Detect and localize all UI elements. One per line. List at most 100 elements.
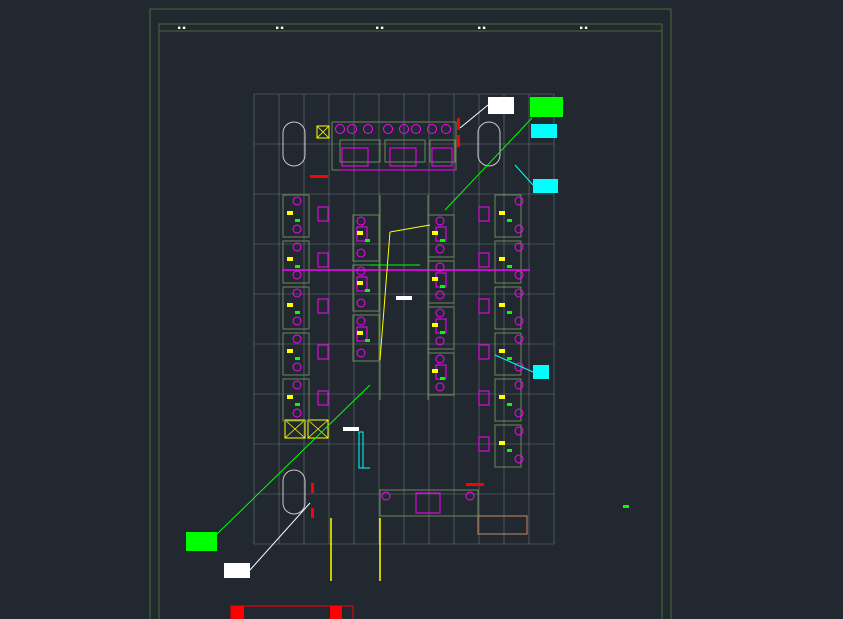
fixture-tag xyxy=(295,265,300,268)
fixture-circle xyxy=(335,124,345,134)
fixture-circle xyxy=(435,308,445,318)
fixture-block xyxy=(478,252,490,268)
fixture-tag xyxy=(295,403,300,406)
fixture-tag xyxy=(507,357,512,360)
fixture-tag xyxy=(432,231,438,235)
fixture-circle xyxy=(292,316,302,326)
sheet-border xyxy=(149,8,672,619)
bottom-red-block xyxy=(230,605,354,619)
fixture-tag xyxy=(499,211,505,215)
fixture-tag xyxy=(365,289,370,292)
title-block-marks: ■ ■ ■ ■ ■ ■ ■ ■ ■ ■ xyxy=(178,25,588,30)
fixture-circle xyxy=(292,380,302,390)
fixture-circle xyxy=(435,290,445,300)
fixture-circle xyxy=(514,196,524,206)
bottom-unit-row xyxy=(310,118,528,581)
fixture-tag xyxy=(507,265,512,268)
fixture-tag xyxy=(432,323,438,327)
title-mark-4: ■ ■ xyxy=(478,25,486,30)
fixture-circle xyxy=(514,270,524,280)
title-mark-1: ■ ■ xyxy=(178,25,186,30)
fixture-circle xyxy=(356,298,366,308)
fixture-block xyxy=(478,390,490,406)
inner-right-unit-column xyxy=(427,214,455,396)
fixture-circle xyxy=(514,380,524,390)
fixture-circle xyxy=(292,334,302,344)
fixture-tag xyxy=(499,441,505,445)
fixture-circle xyxy=(356,216,366,226)
fixture-tag xyxy=(507,311,512,314)
fixture-circle xyxy=(383,124,393,134)
fixture-circle xyxy=(411,124,421,134)
fixture-circle xyxy=(292,408,302,418)
stair-ovals xyxy=(282,121,501,515)
unit-outline xyxy=(282,286,310,330)
fixture-tag xyxy=(295,357,300,360)
fixture-tag xyxy=(287,349,293,353)
fixture-tag xyxy=(357,331,363,335)
unit-outline xyxy=(427,260,455,304)
fixture-tag xyxy=(365,239,370,242)
unit-outline xyxy=(282,240,310,284)
fixture-tag xyxy=(499,257,505,261)
fixture-tag xyxy=(440,377,445,380)
fixture-tag xyxy=(432,369,438,373)
fixture-block xyxy=(478,344,490,360)
unit-outline xyxy=(494,378,522,422)
fixture-tag xyxy=(440,239,445,242)
fixture-block xyxy=(317,206,329,222)
unit-outline xyxy=(282,332,310,376)
fixture-circle xyxy=(514,454,524,464)
fixture-circle xyxy=(356,316,366,326)
top-unit-row xyxy=(331,121,457,171)
fixture-tag xyxy=(287,211,293,215)
fixture-block xyxy=(478,206,490,222)
unit-outline xyxy=(494,194,522,238)
fixture-tag xyxy=(440,331,445,334)
unit-outline xyxy=(427,214,455,258)
fixture-tag xyxy=(287,257,293,261)
fixture-circle xyxy=(347,124,357,134)
left-unit-column xyxy=(282,194,329,422)
fixture-tag xyxy=(507,449,512,452)
fixture-circle xyxy=(356,348,366,358)
unit-outline xyxy=(282,378,310,422)
callout-tags xyxy=(186,97,629,578)
unit-outline xyxy=(427,352,455,396)
unit-outline xyxy=(494,332,522,376)
fixture-circle xyxy=(292,288,302,298)
cad-drawing-canvas[interactable]: ■ ■ ■ ■ ■ ■ ■ ■ ■ ■ xyxy=(0,0,843,619)
fixture-circle xyxy=(292,362,302,372)
fixture-tag xyxy=(499,349,505,353)
fixture-tag xyxy=(287,303,293,307)
fixture-tag xyxy=(295,311,300,314)
fixture-tag xyxy=(295,219,300,222)
right-unit-column xyxy=(478,194,524,468)
top-magenta-fixtures xyxy=(340,147,456,171)
fixture-tag xyxy=(507,403,512,406)
fixture-circle xyxy=(292,224,302,234)
fixture-circle xyxy=(356,248,366,258)
fixture-tag xyxy=(357,281,363,285)
fixture-circle xyxy=(441,124,451,134)
fixture-circle xyxy=(363,124,373,134)
title-mark-2: ■ ■ xyxy=(276,25,284,30)
fixture-tag xyxy=(287,395,293,399)
fixture-circle xyxy=(514,334,524,344)
fixture-tag xyxy=(507,219,512,222)
fixture-circle xyxy=(435,382,445,392)
inner-left-unit-column xyxy=(352,214,380,362)
fixture-block xyxy=(317,390,329,406)
fixture-block xyxy=(317,298,329,314)
fixture-circle xyxy=(514,408,524,418)
unit-outline xyxy=(282,194,310,238)
fixture-circle xyxy=(514,316,524,326)
top-fixture-circles xyxy=(335,124,451,134)
fixture-tag xyxy=(440,285,445,288)
callout-leaders xyxy=(215,104,534,571)
fixture-circle xyxy=(514,426,524,436)
fixture-block xyxy=(317,252,329,268)
fixture-circle xyxy=(292,270,302,280)
fixture-circle xyxy=(435,216,445,226)
fixture-circle xyxy=(514,288,524,298)
